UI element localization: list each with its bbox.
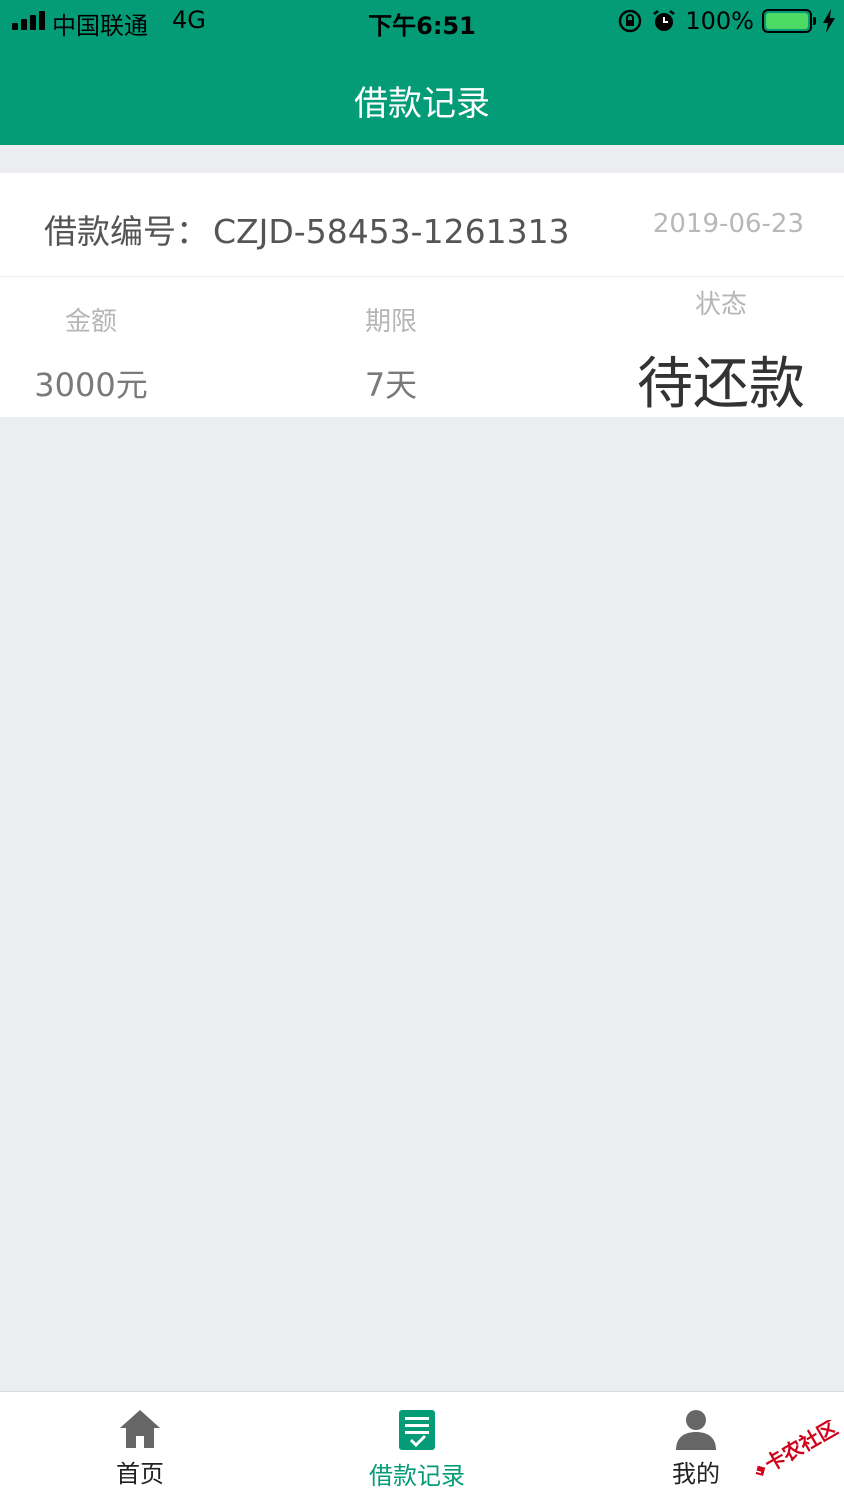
loan-record-card[interactable]: 借款编号： CZJD-58453-1261313 2019-06-23 金额 30… <box>0 173 844 417</box>
record-icon <box>399 1410 435 1450</box>
rotation-lock-icon <box>619 9 642 33</box>
battery-icon <box>762 9 816 33</box>
person-icon <box>676 1410 716 1450</box>
amount-value: 3000元 <box>34 366 148 404</box>
loan-number: 借款编号： CZJD-58453-1261313 <box>44 205 570 253</box>
bottom-tab-bar: 首页 借款记录 我的 <box>0 1391 844 1500</box>
status-indicators: 100% <box>617 6 836 36</box>
loan-number-value: CZJD-58453-1261313 <box>213 212 570 251</box>
tab-home[interactable]: 首页 <box>70 1408 210 1489</box>
battery-percentage: 100% <box>685 7 754 35</box>
status-bar: 中国联通 4G 下午6:51 100% <box>0 0 844 44</box>
app-header: 中国联通 4G 下午6:51 100% 借款记录 <box>0 0 844 145</box>
loan-date: 2019-06-23 <box>652 209 804 239</box>
tab-home-label: 首页 <box>116 1460 164 1488</box>
amount-column: 金额 3000元 <box>30 301 152 406</box>
title-bar: 借款记录 <box>0 44 844 145</box>
status-label: 状态 <box>694 290 747 320</box>
loan-number-label: 借款编号： <box>44 212 209 251</box>
tab-records-label: 借款记录 <box>369 1462 465 1490</box>
watermark-text: 卡农社区 <box>761 1420 842 1476</box>
loan-record-header: 借款编号： CZJD-58453-1261313 2019-06-23 <box>0 173 844 277</box>
tab-records[interactable]: 借款记录 <box>347 1408 487 1491</box>
term-value: 7天 <box>364 366 418 404</box>
status-column: 状态 待还款 <box>636 284 806 420</box>
page-title: 借款记录 <box>354 84 490 124</box>
term-label: 期限 <box>364 307 417 337</box>
amount-label: 金额 <box>64 307 117 337</box>
charging-bolt-icon <box>823 9 835 33</box>
alarm-icon <box>653 10 676 31</box>
watermark-logo: 卡农社区 <box>749 1420 842 1477</box>
home-icon <box>120 1410 160 1448</box>
term-column: 期限 7天 <box>340 301 442 406</box>
status-value: 待还款 <box>637 352 805 417</box>
